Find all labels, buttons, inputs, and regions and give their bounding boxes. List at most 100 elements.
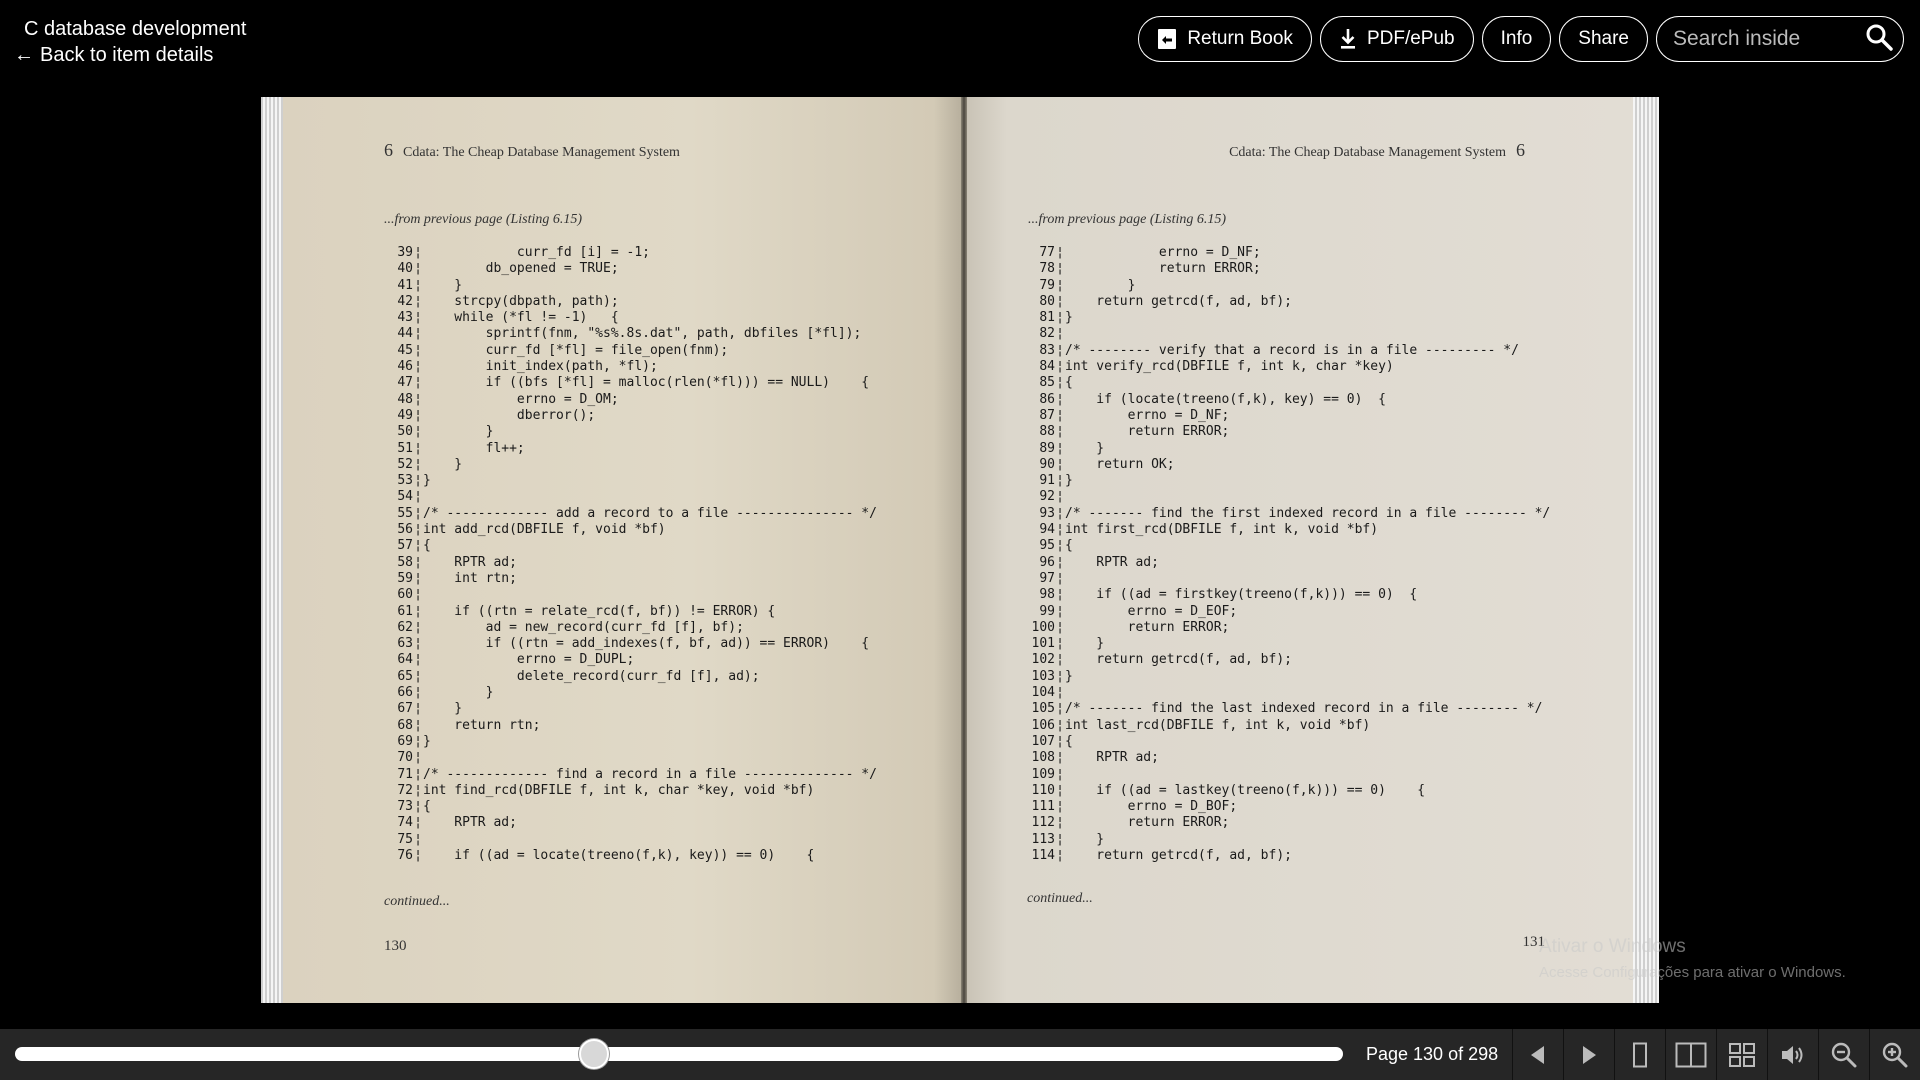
next-page-button[interactable] bbox=[1563, 1029, 1614, 1080]
line-number: 46 bbox=[397, 359, 413, 375]
line-number: 92 bbox=[1039, 489, 1055, 505]
line-number: 66 bbox=[397, 685, 413, 701]
line-number: 48 bbox=[397, 391, 413, 407]
left-code-line: 56 ¦ int add_rcd(DBFILE f, void *bf) bbox=[383, 522, 877, 538]
line-number: 88 bbox=[1039, 424, 1055, 440]
code-text: return getrcd(f, ad, bf); bbox=[1065, 293, 1292, 309]
left-code-line: 59 ¦ int rtn; bbox=[383, 571, 877, 587]
thumbnail-view-icon bbox=[1728, 1042, 1756, 1068]
share-button[interactable]: Share bbox=[1559, 16, 1648, 62]
line-separator: ¦ bbox=[1056, 310, 1064, 326]
line-separator: ¦ bbox=[1056, 245, 1064, 260]
search-inside-input[interactable] bbox=[1673, 27, 1863, 51]
line-separator: ¦ bbox=[414, 831, 422, 847]
line-number: 80 bbox=[1039, 293, 1055, 309]
one-page-view-button[interactable] bbox=[1614, 1029, 1665, 1080]
left-code-line: 68 ¦ return rtn; bbox=[383, 718, 877, 734]
left-chapter-number: 6 bbox=[384, 140, 393, 160]
right-code-line: 105 ¦/* ------- find the last indexed rec… bbox=[1025, 701, 1550, 717]
line-number: 107 bbox=[1031, 733, 1055, 749]
code-text: sprintf(fnm, "%s%.8s.dat", path, dbfiles… bbox=[423, 326, 862, 342]
two-page-view-button[interactable] bbox=[1665, 1029, 1716, 1080]
right-code-line: 99 ¦ errno = D_EOF; bbox=[1025, 604, 1550, 620]
line-number: 45 bbox=[397, 342, 413, 358]
line-number: 47 bbox=[397, 375, 413, 391]
line-separator: ¦ bbox=[414, 424, 422, 440]
pdf-epub-button[interactable]: PDF/ePub bbox=[1319, 16, 1474, 62]
code-text: } bbox=[423, 701, 463, 717]
watermark-title: Ativar o Windows bbox=[1539, 936, 1686, 957]
line-separator: ¦ bbox=[414, 342, 422, 358]
line-separator: ¦ bbox=[1056, 554, 1064, 570]
back-to-item-details-link[interactable]: ← Back to item details bbox=[14, 42, 246, 68]
zoom-in-button[interactable] bbox=[1869, 1029, 1920, 1080]
left-code-line: 49 ¦ dberror(); bbox=[383, 408, 877, 424]
left-code-line: 50 ¦ } bbox=[383, 424, 877, 440]
right-page[interactable]: Cdata: The Cheap Database Management Sys… bbox=[967, 97, 1633, 1003]
left-code-line: 73 ¦{ bbox=[383, 799, 877, 815]
page-slider-track[interactable] bbox=[15, 1047, 1343, 1061]
line-number: 55 bbox=[397, 505, 413, 521]
code-text: } bbox=[423, 456, 463, 472]
right-code-line: 81 ¦} bbox=[1025, 310, 1550, 326]
right-from-previous: ...from previous page (Listing 6.15) bbox=[1028, 212, 1227, 227]
line-separator: ¦ bbox=[414, 799, 422, 815]
page-slider-handle[interactable] bbox=[579, 1039, 609, 1069]
right-code-line: 92 ¦ bbox=[1025, 489, 1550, 505]
line-number: 85 bbox=[1039, 375, 1055, 391]
left-running-head-text: Cdata: The Cheap Database Management Sys… bbox=[403, 145, 680, 160]
code-text: int find_rcd(DBFILE f, int k, char *key,… bbox=[423, 782, 815, 798]
read-aloud-button[interactable] bbox=[1767, 1029, 1818, 1080]
info-button[interactable]: Info bbox=[1481, 16, 1552, 62]
code-text: { bbox=[1065, 375, 1073, 391]
line-separator: ¦ bbox=[414, 717, 422, 733]
code-text: } bbox=[1065, 310, 1073, 326]
left-code-line: 75 ¦ bbox=[383, 832, 877, 848]
page-slider[interactable] bbox=[15, 1039, 1343, 1069]
line-separator: ¦ bbox=[1056, 587, 1064, 603]
zoom-in-icon bbox=[1882, 1042, 1908, 1068]
left-code-line: 62 ¦ ad = new_record(curr_fd [f], bf); bbox=[383, 620, 877, 636]
code-text: } bbox=[423, 473, 431, 489]
line-separator: ¦ bbox=[1056, 782, 1064, 798]
left-code-line: 55 ¦/* ------------- add a record to a fi… bbox=[383, 506, 877, 522]
line-separator: ¦ bbox=[414, 750, 422, 766]
line-separator: ¦ bbox=[1056, 619, 1064, 635]
line-separator: ¦ bbox=[1056, 391, 1064, 407]
code-text: /* ------- find the first indexed record… bbox=[1065, 505, 1551, 521]
code-text: strcpy(dbpath, path); bbox=[423, 293, 619, 309]
line-number: 53 bbox=[397, 473, 413, 489]
code-text: return ERROR; bbox=[1065, 261, 1261, 277]
book-spread: 6 Cdata: The Cheap Database Management S… bbox=[261, 97, 1659, 1003]
line-separator: ¦ bbox=[1056, 750, 1064, 766]
line-separator: ¦ bbox=[414, 245, 422, 260]
zoom-out-button[interactable] bbox=[1818, 1029, 1869, 1080]
left-page[interactable]: 6 Cdata: The Cheap Database Management S… bbox=[283, 97, 961, 1003]
left-code-line: 60 ¦ bbox=[383, 587, 877, 603]
line-separator: ¦ bbox=[1056, 277, 1064, 293]
line-number: 110 bbox=[1031, 782, 1055, 798]
code-text: int last_rcd(DBFILE f, int k, void *bf) bbox=[1065, 717, 1371, 733]
code-text: errno = D_BOF; bbox=[1065, 799, 1238, 815]
code-text: fl++; bbox=[423, 440, 525, 456]
right-code-line: 79 ¦ } bbox=[1025, 278, 1550, 294]
thumbnail-view-button[interactable] bbox=[1716, 1029, 1767, 1080]
line-separator: ¦ bbox=[1056, 685, 1064, 701]
return-book-button[interactable]: Return Book bbox=[1138, 16, 1312, 62]
line-number: 104 bbox=[1031, 685, 1055, 701]
line-separator: ¦ bbox=[414, 440, 422, 456]
search-icon[interactable] bbox=[1865, 23, 1893, 56]
line-number: 72 bbox=[397, 782, 413, 798]
code-text: db_opened = TRUE; bbox=[423, 261, 619, 277]
header-actions: Return Book PDF/ePub Info Share bbox=[1138, 16, 1904, 62]
right-code-line: 98 ¦ if ((ad = firstkey(treeno(f,k))) == … bbox=[1025, 587, 1550, 603]
previous-page-button[interactable] bbox=[1512, 1029, 1563, 1080]
left-code-line: 46 ¦ init_index(path, *fl); bbox=[383, 359, 877, 375]
line-number: 44 bbox=[397, 326, 413, 342]
line-separator: ¦ bbox=[1056, 261, 1064, 277]
line-separator: ¦ bbox=[1056, 847, 1064, 863]
code-text: return ERROR; bbox=[1065, 424, 1230, 440]
line-number: 64 bbox=[397, 652, 413, 668]
return-book-label: Return Book bbox=[1187, 28, 1293, 49]
pdf-epub-label: PDF/ePub bbox=[1366, 28, 1455, 49]
